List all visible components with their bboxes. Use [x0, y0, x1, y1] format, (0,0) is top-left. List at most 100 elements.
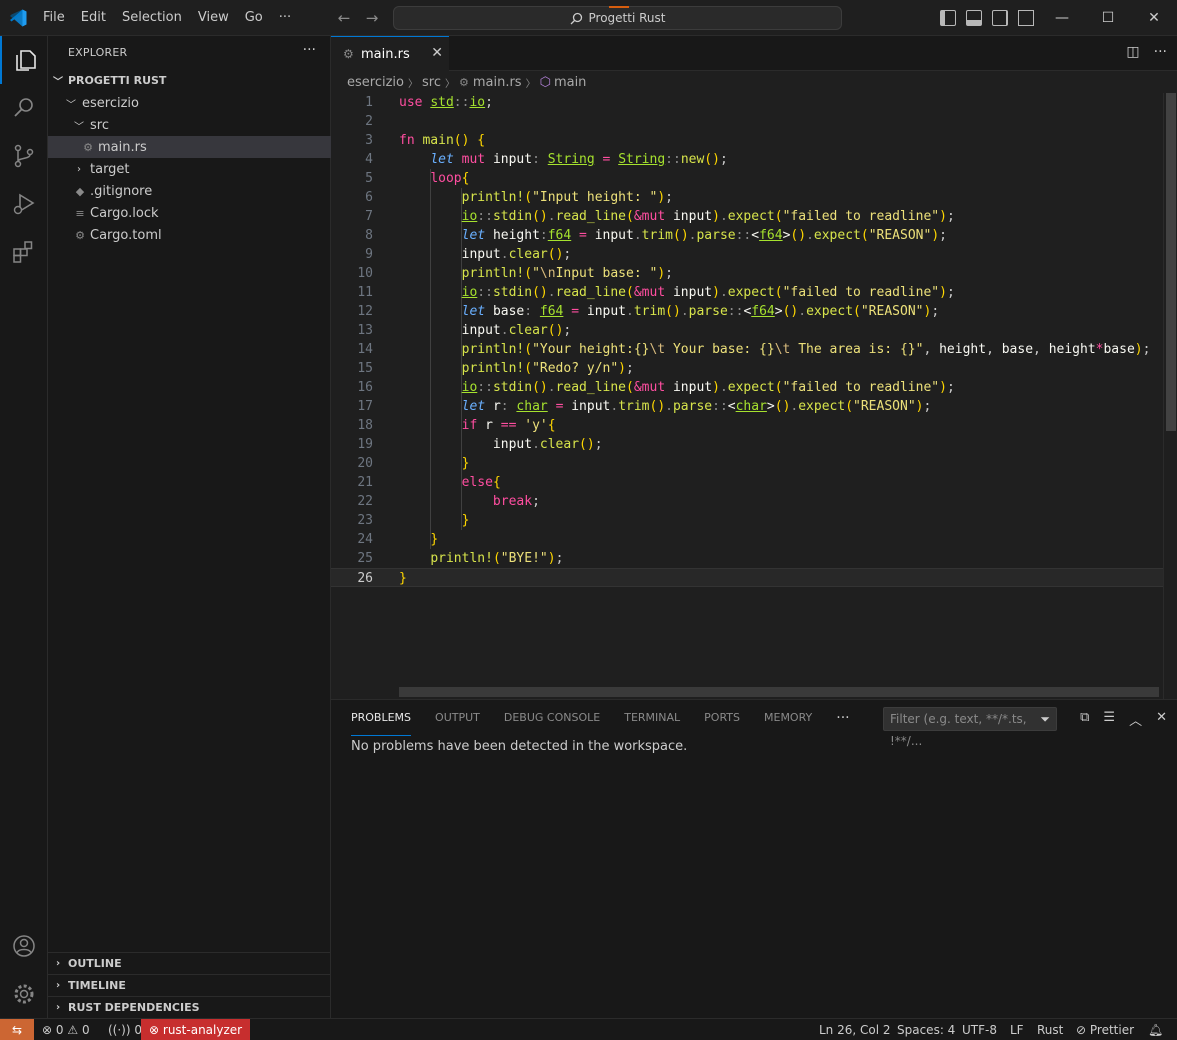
minimize-button[interactable]: — — [1039, 0, 1085, 36]
code-line[interactable]: 9 input.clear(); — [331, 245, 1163, 264]
command-center-search[interactable]: Progetti Rust — [393, 6, 842, 30]
tab-output[interactable]: OUTPUT — [435, 700, 480, 736]
code-line[interactable]: 5 loop{ — [331, 169, 1163, 188]
rust-dependencies-section-header[interactable]: › RUST DEPENDENCIES — [48, 996, 331, 1018]
chevron-right-icon: › — [55, 1002, 61, 1013]
code-line[interactable]: 22 break; — [331, 492, 1163, 511]
breadcrumb-item-esercizio[interactable]: esercizio — [347, 75, 404, 90]
timeline-section-header[interactable]: › TIMELINE — [48, 974, 331, 996]
menu-selection[interactable]: Selection — [114, 0, 190, 36]
tree-item-cargo-toml[interactable]: ⚙ Cargo.toml — [48, 224, 331, 246]
code-line[interactable]: 25 println!("BYE!"); — [331, 549, 1163, 568]
maximize-button[interactable]: ☐ — [1085, 0, 1131, 36]
code-line[interactable]: 11 io::stdin().read_line(&mut input).exp… — [331, 283, 1163, 302]
code-line[interactable]: 24 } — [331, 530, 1163, 549]
project-section-header[interactable]: ﹀ PROGETTI RUST — [48, 69, 331, 91]
rust-analyzer-status[interactable]: ⊗ rust-analyzer — [141, 1019, 251, 1040]
menu-edit[interactable]: Edit — [73, 0, 114, 36]
notifications-bell-icon[interactable]: 🔔︎ — [1148, 1019, 1163, 1040]
tab-ports[interactable]: PORTS — [704, 700, 740, 736]
filter-icon[interactable]: ⏷ — [1040, 708, 1050, 730]
cursor-position[interactable]: Ln 26, Col 2 — [819, 1019, 891, 1040]
close-panel-icon[interactable]: ✕ — [1156, 710, 1167, 729]
problems-status[interactable]: ⊗ 0 ⚠ 0 — [42, 1019, 90, 1040]
search-button[interactable] — [0, 84, 48, 132]
encoding[interactable]: UTF-8 — [962, 1019, 997, 1040]
breadcrumb-item-main-rs[interactable]: main.rs — [473, 75, 522, 90]
maximize-panel-icon[interactable]: ︿ — [1129, 710, 1142, 729]
code-line[interactable]: 13 input.clear(); — [331, 321, 1163, 340]
tab-memory[interactable]: MEMORY — [764, 700, 812, 736]
code-line[interactable]: 19 input.clear(); — [331, 435, 1163, 454]
breadcrumb-item-src[interactable]: src — [422, 75, 441, 90]
manage-button[interactable] — [0, 970, 48, 1018]
end-of-line[interactable]: LF — [1010, 1019, 1024, 1040]
source-control-button[interactable] — [0, 132, 48, 180]
close-tab-icon[interactable]: ✕ — [431, 45, 443, 61]
collapse-all-icon[interactable]: ⧉ — [1080, 710, 1089, 729]
tree-item-src[interactable]: ﹀ src — [48, 114, 331, 136]
problems-filter-input[interactable]: Filter (e.g. text, **/*.ts, !**/... ⏷ — [883, 707, 1057, 748]
toggle-primary-sidebar-icon[interactable] — [940, 10, 956, 26]
ports-status[interactable]: ((·)) 0 — [108, 1019, 142, 1040]
tab-terminal[interactable]: TERMINAL — [624, 700, 680, 736]
code-line[interactable]: 14 println!("Your height:{}\t Your base:… — [331, 340, 1163, 359]
menu-file[interactable]: File — [35, 0, 73, 36]
tab-main-rs[interactable]: ⚙ main.rs ✕ — [331, 36, 449, 71]
code-line[interactable]: 15 println!("Redo? y/n"); — [331, 359, 1163, 378]
menu-view[interactable]: View — [190, 0, 237, 36]
code-line[interactable]: 12 let base: f64 = input.trim().parse::<… — [331, 302, 1163, 321]
tree-item-main-rs[interactable]: ⚙ main.rs — [48, 136, 331, 158]
extensions-button[interactable] — [0, 228, 48, 276]
forward-arrow-icon[interactable]: → — [363, 8, 381, 28]
view-as-list-icon[interactable]: ☰ — [1103, 710, 1115, 729]
line-number: 16 — [357, 380, 373, 395]
toggle-panel-icon[interactable] — [966, 10, 982, 26]
code-line[interactable]: 16 io::stdin().read_line(&mut input).exp… — [331, 378, 1163, 397]
tab-debug-console[interactable]: DEBUG CONSOLE — [504, 700, 600, 736]
outline-section-header[interactable]: › OUTLINE — [48, 952, 331, 974]
code-line[interactable]: 1 use std::io; — [331, 93, 1163, 112]
tree-item-esercizio[interactable]: ﹀ esercizio — [48, 92, 331, 114]
horizontal-scrollbar[interactable] — [399, 687, 1159, 697]
accounts-button[interactable] — [0, 922, 48, 970]
code-line[interactable]: 7 io::stdin().read_line(&mut input).expe… — [331, 207, 1163, 226]
more-actions-icon[interactable]: ··· — [1154, 44, 1167, 60]
code-line[interactable]: 8 let height:f64 = input.trim().parse::<… — [331, 226, 1163, 245]
language-mode[interactable]: Rust — [1037, 1019, 1063, 1040]
split-editor-icon[interactable]: ◫ — [1126, 44, 1139, 60]
breadcrumb-item-main[interactable]: main — [554, 75, 586, 90]
scrollbar-thumb[interactable] — [1166, 93, 1176, 431]
tree-item-target[interactable]: › target — [48, 158, 331, 180]
explorer-button[interactable] — [0, 36, 48, 84]
code-line[interactable]: 10 println!("\nInput base: "); — [331, 264, 1163, 283]
code-line[interactable]: 18 if r == 'y'{ — [331, 416, 1163, 435]
back-arrow-icon[interactable]: ← — [335, 8, 353, 28]
code-editor[interactable]: 1 use std::io; 2 3 fn main() {4 let mut inpu… — [331, 93, 1177, 699]
vscode-logo-icon[interactable] — [8, 8, 28, 28]
code-line[interactable]: 23 } — [331, 511, 1163, 530]
code-line[interactable]: 21 else{ — [331, 473, 1163, 492]
prettier-status[interactable]: ⊘ Prettier — [1076, 1019, 1134, 1040]
code-line[interactable]: 20 } — [331, 454, 1163, 473]
code-line[interactable]: 4 let mut input: String = String::new(); — [331, 150, 1163, 169]
menu-more[interactable]: ··· — [271, 0, 299, 36]
tree-item-gitignore[interactable]: ◆ .gitignore — [48, 180, 331, 202]
sidebar-more-button[interactable]: ··· — [303, 42, 316, 58]
menu-go[interactable]: Go — [237, 0, 271, 36]
tab-problems[interactable]: PROBLEMS — [351, 700, 412, 736]
panel-more-button[interactable]: ··· — [836, 710, 849, 726]
customize-layout-icon[interactable] — [1018, 10, 1034, 26]
tree-item-cargo-lock[interactable]: ≡ Cargo.lock — [48, 202, 331, 224]
close-window-button[interactable]: ✕ — [1131, 0, 1177, 36]
toggle-secondary-sidebar-icon[interactable] — [992, 10, 1008, 26]
code-line[interactable]: 2 — [331, 112, 1163, 131]
run-debug-button[interactable] — [0, 180, 48, 228]
code-line[interactable]: 26} — [331, 568, 1163, 587]
code-line[interactable]: 6 println!("Input height: "); — [331, 188, 1163, 207]
vertical-scrollbar[interactable] — [1163, 93, 1177, 699]
code-line[interactable]: 17 let r: char = input.trim().parse::<ch… — [331, 397, 1163, 416]
code-line[interactable]: 3 fn main() { — [331, 131, 1163, 150]
indentation[interactable]: Spaces: 4 — [897, 1019, 955, 1040]
remote-indicator-icon[interactable]: ⇆ — [0, 1019, 34, 1040]
